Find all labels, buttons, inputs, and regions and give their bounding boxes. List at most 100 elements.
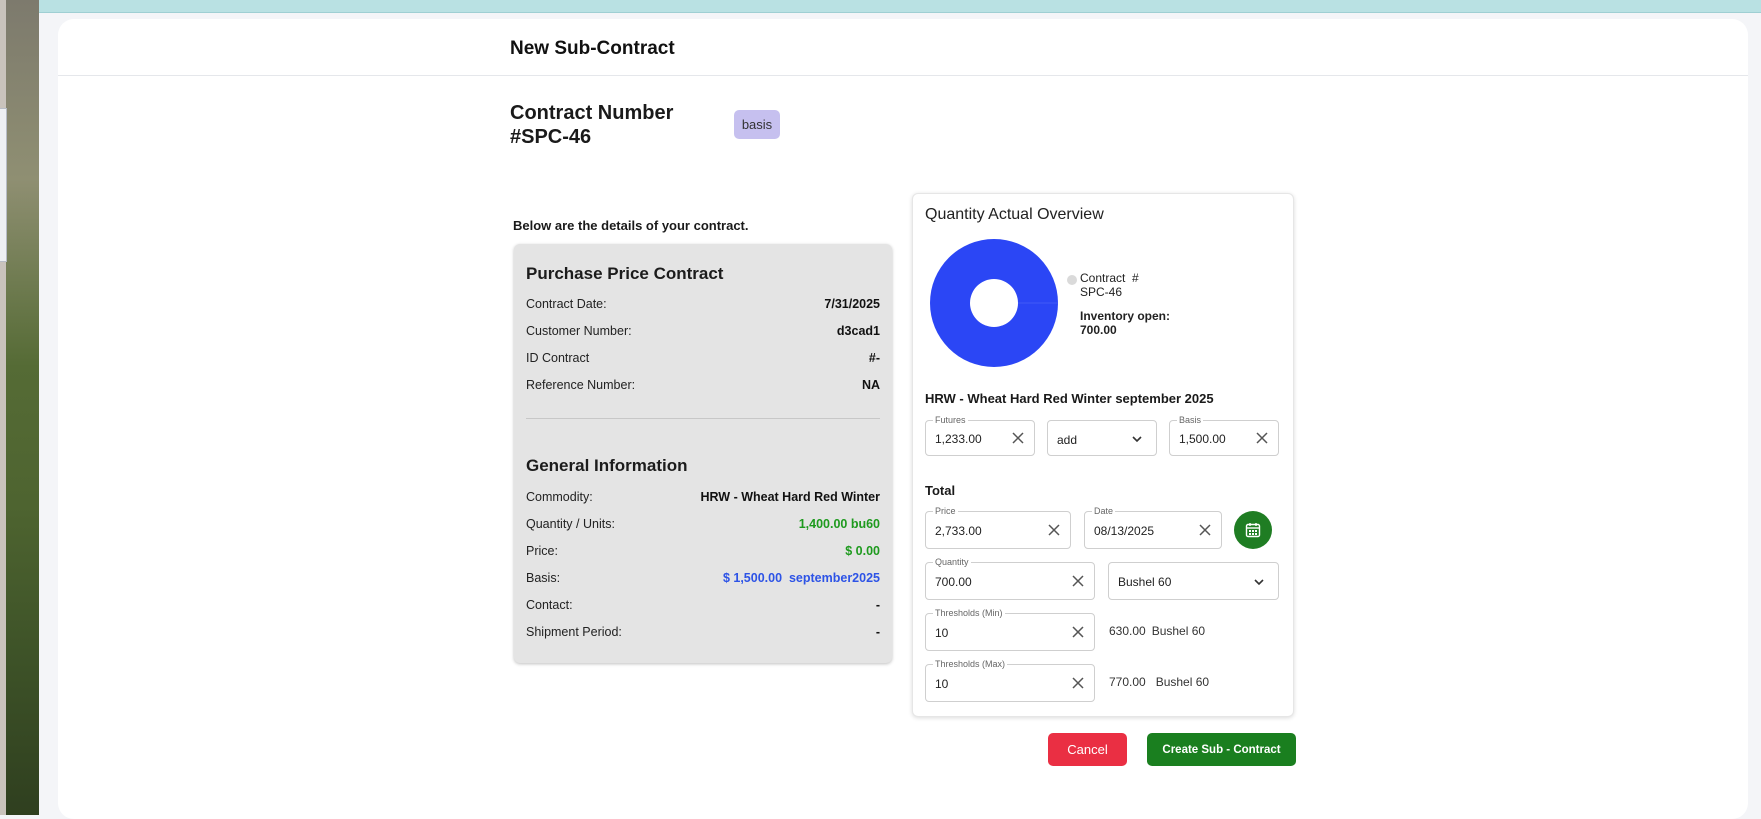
legend-inventory: Inventory open: 700.00: [1080, 309, 1180, 337]
quantity-field[interactable]: Quantity 700.00: [925, 556, 1095, 600]
threshold-min-computed: 630.00 Bushel 60: [1109, 624, 1205, 638]
threshold-min-unit: Bushel 60: [1151, 624, 1206, 638]
detail-label: Contact:: [526, 598, 573, 612]
contract-details-card: Purchase Price Contract Contract Date: 7…: [514, 244, 892, 663]
threshold-max-field[interactable]: Thresholds (Max) 10: [925, 658, 1095, 702]
detail-value: d3cad1: [836, 324, 880, 338]
operation-value: add: [1057, 433, 1078, 447]
detail-value: -: [875, 598, 880, 612]
threshold-min-input[interactable]: 10: [935, 624, 948, 642]
legend-contract-line1: Contract #: [1080, 271, 1139, 285]
detail-row-id-contract: ID Contract #-: [526, 349, 880, 367]
clear-icon[interactable]: [1198, 523, 1212, 537]
commodity-title: HRW - Wheat Hard Red Winter september 20…: [925, 391, 1214, 406]
detail-row-reference-number: Reference Number: NA: [526, 376, 880, 394]
price-field[interactable]: Price 2,733.00: [925, 505, 1071, 549]
section-divider: [526, 418, 880, 419]
top-bar: [39, 0, 1761, 13]
detail-value: 7/31/2025: [824, 297, 880, 311]
detail-row-contract-date: Contract Date: 7/31/2025: [526, 295, 880, 313]
detail-label: Reference Number:: [526, 378, 636, 392]
intro-text: Below are the details of your contract.: [513, 218, 749, 233]
detail-value: NA: [861, 378, 880, 392]
detail-label: Customer Number:: [526, 324, 632, 338]
legend-contract-line2: SPC-46: [1080, 285, 1123, 299]
threshold-max-amount: 770.00: [1109, 675, 1146, 689]
price-input[interactable]: 2,733.00: [935, 522, 982, 540]
threshold-max-input[interactable]: 10: [935, 675, 948, 693]
legend-swatch: [1067, 275, 1077, 285]
contract-heading: Contract Number #SPC-46: [510, 101, 710, 149]
basis-input[interactable]: 1,500.00: [1179, 430, 1226, 448]
contract-type-badge: basis: [734, 110, 780, 139]
detail-label: Price:: [526, 544, 558, 558]
cancel-button[interactable]: Cancel: [1048, 733, 1127, 766]
basis-field[interactable]: Basis 1,500.00: [1169, 414, 1279, 456]
detail-row-quantity: Quantity / Units: 1,400.00 bu60: [526, 515, 880, 533]
threshold-min-field[interactable]: Thresholds (Min) 10: [925, 607, 1095, 651]
detail-value: 1,400.00 bu60: [798, 517, 880, 531]
detail-label: Contract Date:: [526, 297, 607, 311]
clear-icon[interactable]: [1071, 625, 1085, 639]
chevron-down-icon: [1254, 579, 1264, 586]
calendar-icon: [1245, 523, 1261, 538]
threshold-min-label: Thresholds (Min): [933, 607, 1005, 619]
detail-row-price: Price: $ 0.00: [526, 542, 880, 560]
detail-row-shipment-period: Shipment Period: -: [526, 623, 880, 641]
futures-label: Futures: [933, 414, 968, 426]
quantity-overview-card: Quantity Actual Overview Contract # SPC-…: [912, 193, 1294, 717]
threshold-max-label: Thresholds (Max): [933, 658, 1008, 670]
general-section-title: General Information: [526, 456, 688, 475]
clear-icon[interactable]: [1255, 431, 1269, 445]
unit-select[interactable]: Bushel 60: [1108, 562, 1279, 600]
quantity-input[interactable]: 700.00: [935, 573, 972, 591]
overview-title: Quantity Actual Overview: [925, 206, 1104, 223]
detail-value: -: [875, 625, 880, 639]
quantity-label: Quantity: [933, 556, 971, 568]
date-input[interactable]: 08/13/2025: [1094, 522, 1154, 540]
clear-icon[interactable]: [1071, 676, 1085, 690]
date-field[interactable]: Date 08/13/2025: [1084, 505, 1222, 549]
chevron-down-icon: [1132, 436, 1142, 443]
price-label: Price: [933, 505, 958, 517]
unit-value: Bushel 60: [1118, 575, 1172, 589]
detail-value: HRW - Wheat Hard Red Winter: [700, 490, 880, 504]
detail-value: $ 1,500.00 september2025: [722, 571, 880, 585]
contract-number: #SPC-46: [510, 126, 592, 148]
page-header: New Sub-Contract: [58, 19, 1748, 76]
futures-input[interactable]: 1,233.00: [935, 430, 982, 448]
main-panel: New Sub-Contract Contract Number #SPC-46…: [58, 19, 1748, 819]
detail-label: ID Contract: [526, 351, 590, 365]
clear-icon[interactable]: [1047, 523, 1061, 537]
legend-contract: Contract # SPC-46: [1080, 271, 1170, 299]
basis-label: Basis: [1177, 414, 1204, 426]
detail-label: Shipment Period:: [526, 625, 622, 639]
detail-row-customer-number: Customer Number: d3cad1: [526, 322, 880, 340]
operation-select[interactable]: add: [1047, 420, 1157, 456]
detail-value: $ 0.00: [845, 544, 880, 558]
page-title: New Sub-Contract: [510, 38, 675, 59]
quantity-donut-chart: [930, 239, 1058, 367]
legend-inventory-label: Inventory open:: [1080, 309, 1171, 323]
threshold-min-amount: 630.00: [1109, 624, 1146, 638]
date-label: Date: [1092, 505, 1116, 517]
donut-hole: [970, 279, 1018, 327]
total-title: Total: [925, 483, 956, 498]
calendar-button[interactable]: [1234, 511, 1272, 549]
legend-inventory-value: 700.00: [1080, 323, 1117, 337]
detail-row-commodity: Commodity: HRW - Wheat Hard Red Winter: [526, 488, 880, 506]
clear-icon[interactable]: [1071, 574, 1085, 588]
purchase-section-title: Purchase Price Contract: [526, 264, 724, 283]
futures-field[interactable]: Futures 1,233.00: [925, 414, 1035, 456]
create-sub-contract-button[interactable]: Create Sub - Contract: [1147, 733, 1296, 766]
side-tab[interactable]: [0, 108, 7, 262]
detail-value: #-: [868, 351, 880, 365]
threshold-max-computed: 770.00 Bushel 60: [1109, 675, 1209, 689]
detail-row-basis: Basis: $ 1,500.00 september2025: [526, 569, 880, 587]
threshold-max-unit: Bushel 60: [1155, 675, 1210, 689]
detail-row-contact: Contact: -: [526, 596, 880, 614]
contract-heading-label: Contract Number: [510, 102, 674, 124]
detail-label: Commodity:: [526, 490, 593, 504]
clear-icon[interactable]: [1011, 431, 1025, 445]
detail-label: Quantity / Units:: [526, 517, 615, 531]
